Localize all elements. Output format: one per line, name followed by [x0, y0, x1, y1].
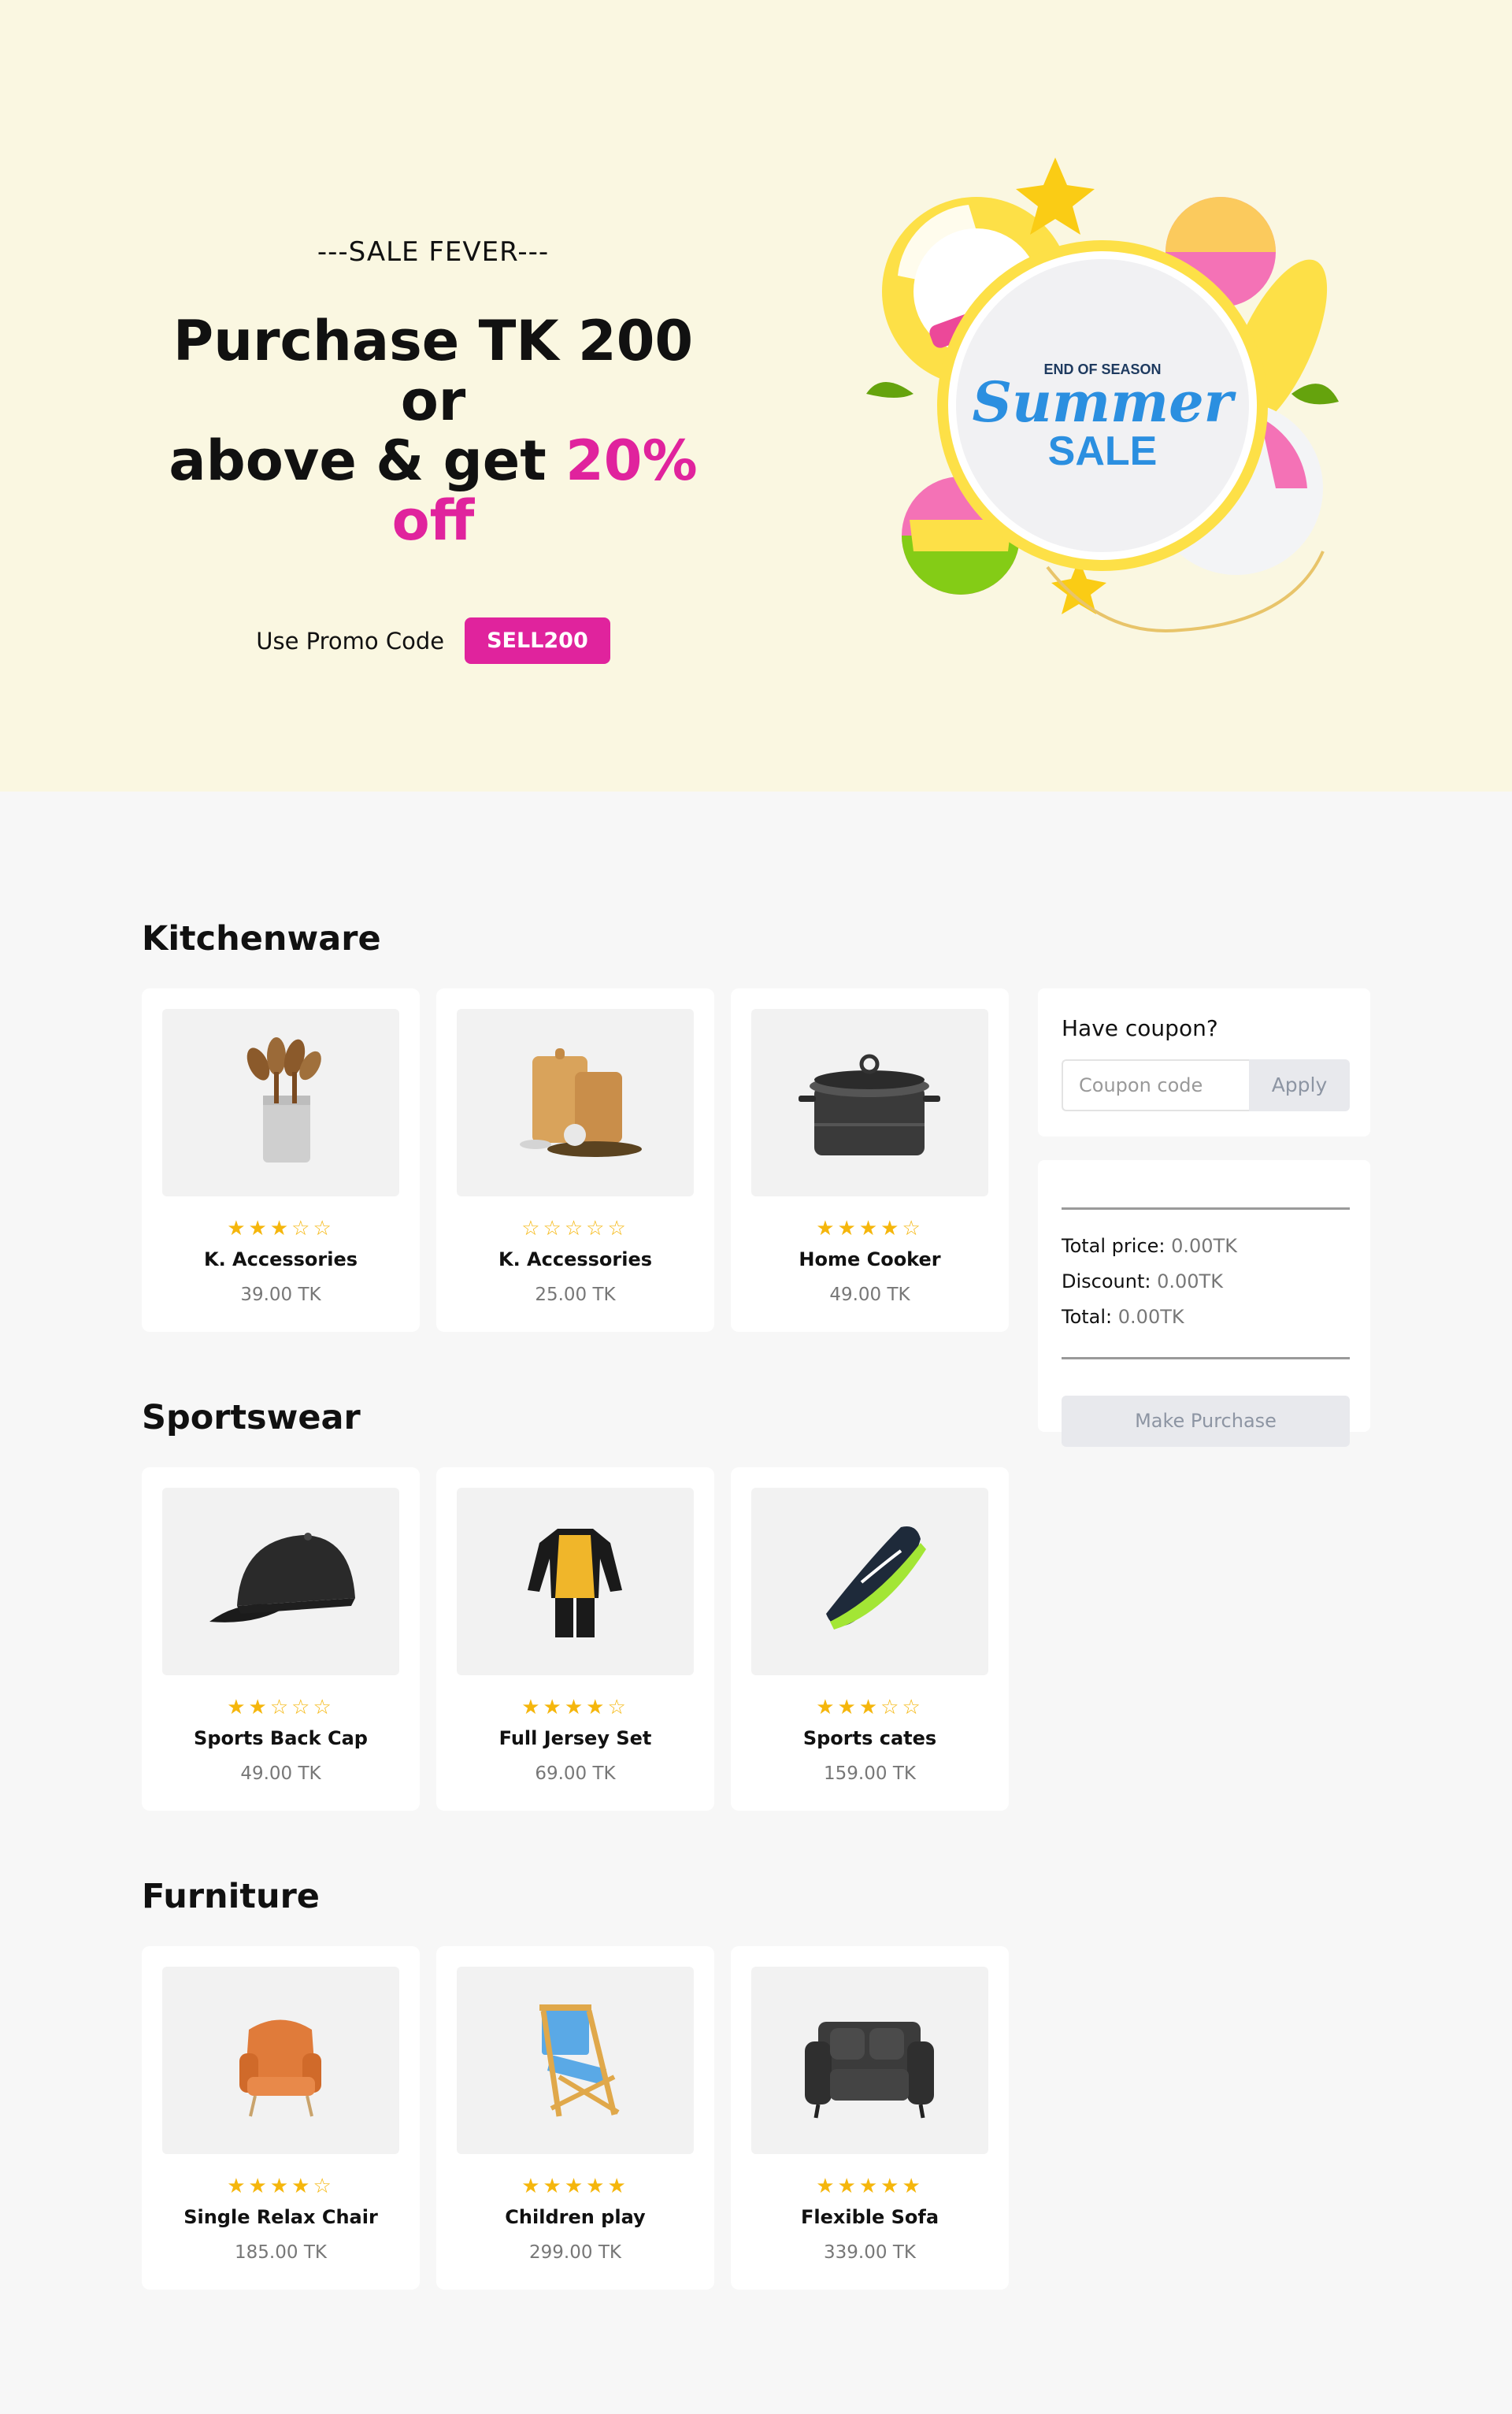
section-title-furniture: Furniture: [142, 1877, 320, 1916]
total-price-value: 0.00TK: [1171, 1235, 1237, 1257]
product-price: 39.00 TK: [240, 1285, 321, 1305]
product-card[interactable]: ★★★★☆ Single Relax Chair 185.00 TK: [142, 1946, 420, 2290]
product-image: [457, 1009, 694, 1196]
summary-divider: [1062, 1207, 1350, 1210]
product-price: 159.00 TK: [824, 1763, 916, 1784]
product-image: [751, 1488, 988, 1675]
coupon-code-input[interactable]: Coupon code: [1062, 1059, 1249, 1111]
product-price: 69.00 TK: [535, 1763, 616, 1784]
product-price: 185.00 TK: [235, 2242, 327, 2263]
product-name: Full Jersey Set: [498, 1727, 652, 1749]
total-price-label: Total price:: [1062, 1235, 1166, 1257]
cap-icon: [209, 1533, 355, 1622]
product-name: Children play: [505, 2206, 646, 2228]
apply-coupon-button[interactable]: Apply: [1249, 1059, 1350, 1111]
discount-row: Discount: 0.00TK: [1062, 1270, 1223, 1292]
product-image: [457, 1967, 694, 2154]
product-name: Single Relax Chair: [183, 2206, 378, 2228]
badge-script-text: Summer: [973, 369, 1237, 435]
product-name: Sports Back Cap: [194, 1727, 368, 1749]
order-summary-panel: Total price: 0.00TK Discount: 0.00TK Tot…: [1038, 1160, 1370, 1432]
promo-label: Use Promo Code: [256, 627, 445, 654]
product-image: [162, 1009, 399, 1196]
product-card[interactable]: ★★☆☆☆ Sports Back Cap 49.00 TK: [142, 1467, 420, 1811]
product-name: K. Accessories: [203, 1248, 358, 1270]
rating-stars: ★★★☆☆: [227, 1217, 335, 1240]
rating-stars: ★★★★☆: [521, 1696, 629, 1719]
rating-stars: ★★★★☆: [816, 1217, 924, 1240]
hero-text: ---SALE FEVER--- Purchase TK 200 or abov…: [142, 236, 724, 664]
kitchen-utensils-icon: [246, 1037, 321, 1163]
total-value: 0.00TK: [1117, 1306, 1184, 1328]
product-card[interactable]: ☆☆☆☆☆ K. Accessories 25.00 TK: [436, 988, 714, 1332]
promo-code-badge[interactable]: SELL200: [465, 617, 610, 664]
coupon-title: Have coupon?: [1062, 1015, 1218, 1041]
product-price: 49.00 TK: [829, 1285, 910, 1305]
product-name: K. Accessories: [498, 1248, 653, 1270]
product-name: Home Cooker: [799, 1248, 941, 1270]
rating-stars: ★★☆☆☆: [227, 1696, 335, 1719]
sofa-icon: [805, 2022, 934, 2119]
hero-eyebrow: ---SALE FEVER---: [317, 236, 550, 268]
coupon-panel: Have coupon? Coupon code Apply: [1038, 988, 1370, 1137]
product-image: [162, 1488, 399, 1675]
product-card[interactable]: ★★★★☆ Full Jersey Set 69.00 TK: [436, 1467, 714, 1811]
section-title-kitchenware: Kitchenware: [142, 919, 381, 959]
summary-divider: [1062, 1357, 1350, 1359]
jersey-icon: [528, 1529, 622, 1637]
cooking-pot-icon: [799, 1054, 940, 1155]
product-card[interactable]: ★★★★☆ Home Cooker 49.00 TK: [731, 988, 1009, 1332]
total-price-row: Total price: 0.00TK: [1062, 1235, 1237, 1257]
discount-value: 0.00TK: [1157, 1270, 1223, 1292]
headline-line-2-text: above & get: [169, 428, 566, 493]
sneaker-icon: [826, 1526, 926, 1630]
product-price: 49.00 TK: [240, 1763, 321, 1784]
summer-sale-illustration: END OF SEASON Summer SALE: [866, 158, 1339, 632]
product-price: 299.00 TK: [529, 2242, 621, 2263]
product-card[interactable]: ★★★★★ Children play 299.00 TK: [436, 1946, 714, 2290]
product-card[interactable]: ★★★☆☆ Sports cates 159.00 TK: [731, 1467, 1009, 1811]
cutting-board-icon: [520, 1048, 642, 1157]
rating-stars: ★★★★★: [521, 2175, 629, 2198]
discount-label: Discount:: [1062, 1270, 1151, 1292]
product-card[interactable]: ★★★★★ Flexible Sofa 339.00 TK: [731, 1946, 1009, 2290]
product-price: 25.00 TK: [535, 1285, 616, 1305]
headline-line-1: Purchase TK 200 or: [172, 309, 694, 433]
section-title-sportswear: Sportswear: [142, 1398, 361, 1437]
hero-banner: ---SALE FEVER--- Purchase TK 200 or abov…: [0, 0, 1512, 792]
total-row: Total: 0.00TK: [1062, 1306, 1184, 1328]
product-name: Sports cates: [802, 1727, 937, 1749]
rating-stars: ★★★★☆: [227, 2175, 335, 2198]
rating-stars: ★★★☆☆: [816, 1696, 924, 1719]
product-image: [751, 1009, 988, 1196]
product-name: Flexible Sofa: [800, 2206, 939, 2228]
headline-line-2: above & get 20% off: [142, 431, 724, 551]
promo-row: Use Promo Code SELL200: [142, 617, 724, 664]
folding-chair-icon: [539, 2004, 620, 2117]
product-image: [162, 1967, 399, 2154]
total-label: Total:: [1062, 1306, 1113, 1328]
product-image: [751, 1967, 988, 2154]
product-card[interactable]: ★★★☆☆ K. Accessories 39.00 TK: [142, 988, 420, 1332]
rating-stars: ★★★★★: [816, 2175, 924, 2198]
product-price: 339.00 TK: [824, 2242, 916, 2263]
badge-bottom-text: SALE: [1048, 428, 1158, 474]
rating-stars: ☆☆☆☆☆: [521, 1217, 629, 1240]
product-image: [457, 1488, 694, 1675]
make-purchase-button[interactable]: Make Purchase: [1062, 1396, 1350, 1447]
hero-headline: Purchase TK 200 or above & get 20% off: [142, 311, 724, 551]
armchair-icon: [239, 2019, 321, 2117]
